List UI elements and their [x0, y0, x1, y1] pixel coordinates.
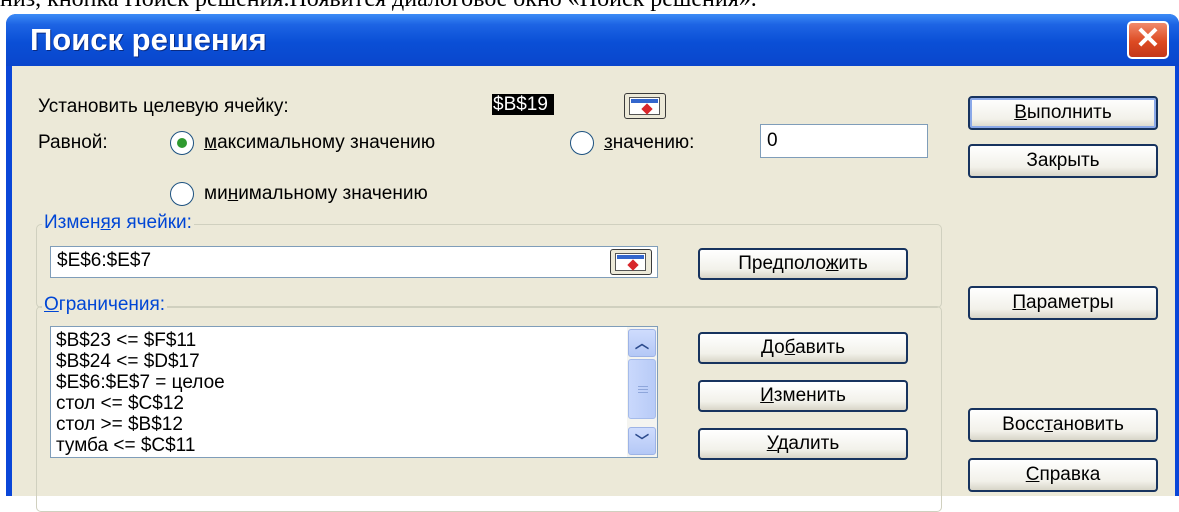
scroll-thumb[interactable] — [628, 359, 656, 419]
grip-line — [638, 386, 648, 387]
radio-value[interactable] — [570, 131, 594, 155]
close-icon[interactable]: ✕ — [1127, 21, 1169, 59]
radio-min-label: минимальному значению — [204, 183, 428, 204]
list-item[interactable]: стол >= $B$12 — [51, 414, 657, 435]
value-input[interactable]: 0 — [760, 124, 928, 158]
scroll-down-icon[interactable]: ﹀ — [628, 427, 656, 455]
constraint-items: $B$23 <= $F$11 $B$24 <= $D$17 $E$6:$E$7 … — [51, 327, 657, 456]
constraints-list[interactable]: $B$23 <= $F$11 $B$24 <= $D$17 $E$6:$E$7 … — [50, 326, 658, 458]
target-cell-input[interactable]: $B$19 — [492, 92, 622, 122]
target-cell-value: $B$19 — [492, 94, 554, 115]
radio-value-label: значению: — [604, 132, 695, 153]
document-text: низ, кнопка Поиск решения.Появится диало… — [0, 0, 1179, 12]
help-button[interactable]: Справка — [968, 458, 1158, 492]
constraints-label: Ограничения: — [42, 294, 168, 316]
range-select-icon — [629, 97, 660, 115]
guess-button[interactable]: Предположить — [698, 248, 908, 280]
radio-max[interactable] — [170, 131, 194, 155]
grip-line — [638, 392, 648, 393]
list-item[interactable]: $E$6:$E$7 = целое — [51, 372, 657, 393]
add-button[interactable]: Добавить — [698, 332, 908, 364]
list-item[interactable]: $B$23 <= $F$11 — [51, 330, 657, 351]
radio-max-label: максимальному значению — [204, 132, 436, 153]
scroll-up-icon[interactable]: ︿ — [628, 329, 656, 357]
title-bar[interactable]: Поиск решения ✕ — [6, 14, 1179, 66]
dialog-title: Поиск решения — [30, 22, 267, 57]
changing-cells-input[interactable]: $E$6:$E$7 — [50, 246, 658, 278]
target-cell-label: Установить целевую ячейку: — [38, 96, 289, 117]
options-button[interactable]: Параметры — [968, 286, 1158, 320]
radio-max-label-rest: аксимальному значению — [217, 132, 436, 153]
solver-dialog: Поиск решения ✕ Установить целевую ячейк… — [6, 14, 1179, 512]
changing-cells-collapse-button[interactable] — [610, 249, 652, 275]
changing-cells-label: Изменяя ячейки: — [42, 212, 194, 234]
equal-to-label: Равной: — [38, 132, 108, 153]
range-select-icon — [615, 253, 646, 271]
list-item[interactable]: тумба <= $C$11 — [51, 435, 657, 456]
dialog-body: Установить целевую ячейку: $B$19 Равной:… — [12, 66, 1175, 512]
target-cell-collapse-button[interactable] — [624, 93, 666, 119]
solve-button[interactable]: Выполнить — [968, 96, 1158, 130]
radio-min[interactable] — [170, 182, 194, 206]
constraints-scrollbar[interactable]: ︿ ﹀ — [627, 327, 657, 457]
grip-line — [638, 389, 648, 390]
list-item[interactable]: стол <= $C$12 — [51, 393, 657, 414]
close-button[interactable]: Закрыть — [968, 144, 1158, 178]
list-item[interactable]: $B$24 <= $D$17 — [51, 351, 657, 372]
delete-button[interactable]: Удалить — [698, 428, 908, 460]
reset-button[interactable]: Восстановить — [968, 408, 1158, 442]
change-button[interactable]: Изменить — [698, 380, 908, 412]
